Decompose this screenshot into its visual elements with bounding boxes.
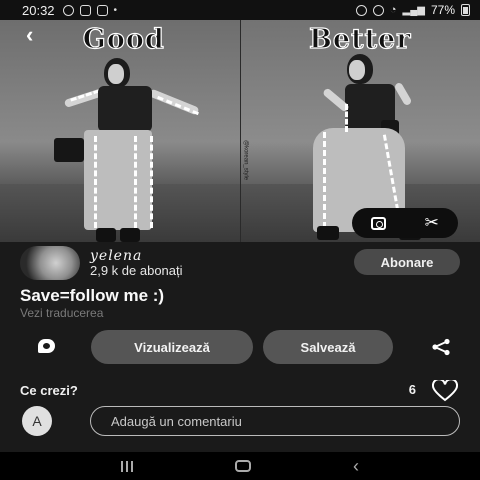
- status-bar: 20:32 • ◔ ▂▄▆ 77%: [0, 0, 480, 20]
- battery-percent: 77%: [430, 3, 455, 17]
- home-icon[interactable]: [235, 460, 251, 472]
- watermark: @korean_style: [242, 140, 249, 181]
- follow-button[interactable]: Abonare: [354, 249, 460, 275]
- back-arrow-icon[interactable]: ‹: [26, 22, 33, 48]
- mute-icon: [372, 4, 384, 16]
- creator-subscribers: 2,9 k de abonați: [90, 263, 183, 278]
- instagram-notification-icon: [62, 4, 74, 16]
- user-avatar[interactable]: A: [22, 406, 52, 436]
- likes-count: 6: [408, 382, 416, 397]
- heart-icon[interactable]: [432, 380, 458, 402]
- back-icon[interactable]: ‹: [353, 457, 359, 475]
- action-bar: Vizualizează Salvează: [0, 330, 480, 364]
- figure-left: [0, 20, 240, 242]
- signal-icon: ▂▄▆: [402, 4, 425, 16]
- comment-row: A: [20, 404, 460, 438]
- save-button[interactable]: Salvează: [263, 330, 393, 364]
- image-notification-icon: [79, 4, 91, 16]
- comment-icon[interactable]: [38, 339, 55, 353]
- creator-name[interactable]: yelena: [90, 248, 142, 264]
- view-button[interactable]: Vizualizează: [91, 330, 253, 364]
- image-tools: ✂: [352, 208, 458, 238]
- translate-link[interactable]: Vezi traducerea: [20, 306, 103, 320]
- scissors-icon[interactable]: ✂: [425, 213, 439, 233]
- share-icon[interactable]: [430, 338, 452, 356]
- creator-avatar[interactable]: [20, 246, 80, 280]
- pin-title: Save=follow me :): [20, 286, 165, 305]
- more-notifications-icon: •: [113, 4, 118, 16]
- comment-input[interactable]: [90, 406, 460, 436]
- creator-row: yelena 2,9 k de abonați Abonare: [20, 246, 460, 282]
- comments-prompt: Ce crezi?: [20, 383, 78, 398]
- app-notification-icon: [96, 4, 108, 16]
- visual-search-icon[interactable]: [371, 216, 387, 230]
- status-time: 20:32: [22, 2, 55, 18]
- photo-good: Good ‹: [0, 20, 240, 242]
- recent-apps-icon[interactable]: [121, 460, 133, 472]
- battery-icon: [461, 4, 470, 16]
- comments-header: Ce crezi? 6: [20, 380, 460, 402]
- alarm-icon: [355, 4, 367, 16]
- system-nav-bar: ‹: [0, 452, 480, 480]
- wifi-icon: ◔: [389, 4, 397, 16]
